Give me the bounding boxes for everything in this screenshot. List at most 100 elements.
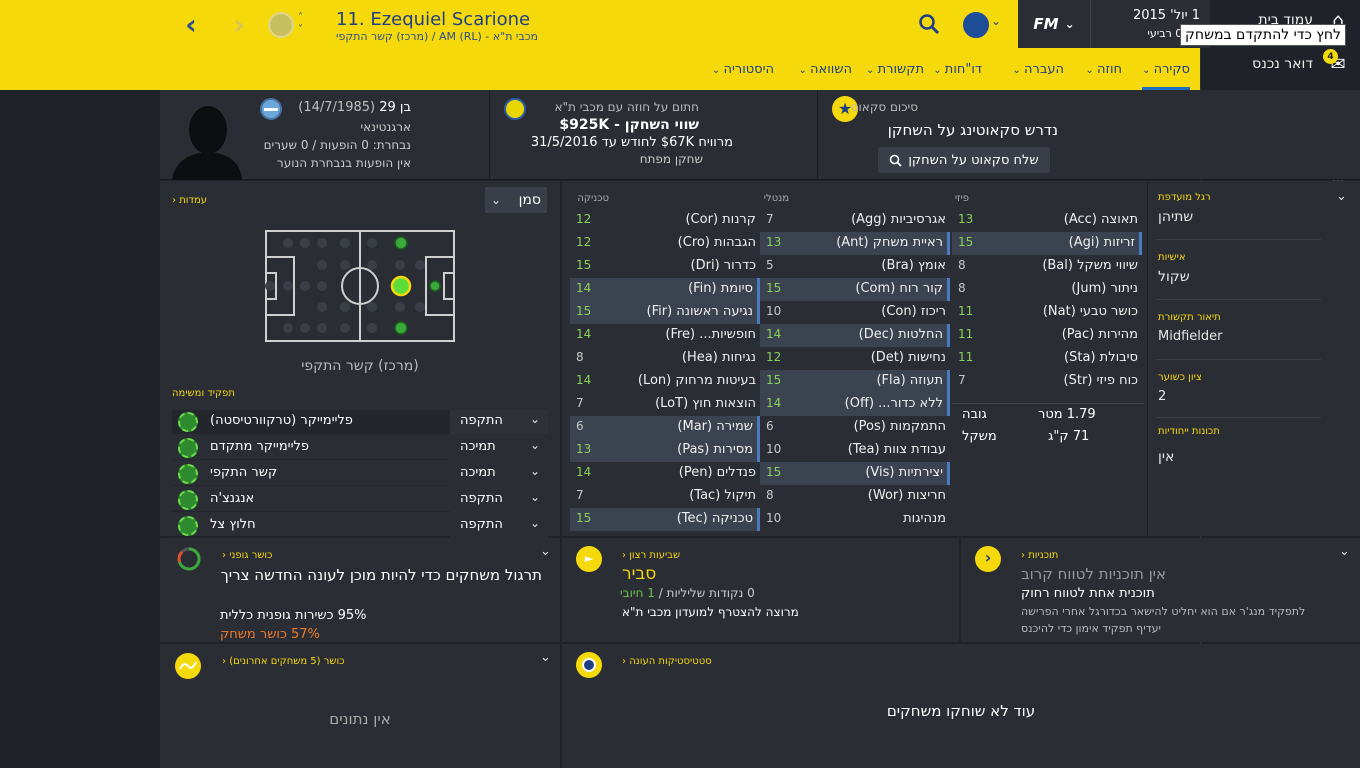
duty-dropdown[interactable]: התקפה ⌄ bbox=[450, 410, 548, 434]
duty-dropdown[interactable]: תמיכה ⌄ bbox=[450, 436, 548, 460]
technical-title: טכניקה bbox=[577, 193, 609, 204]
season-stats-title-link[interactable]: סטטיסטיקות העונה ‹ bbox=[622, 656, 712, 667]
positions-link-label: עמדות bbox=[179, 195, 207, 206]
role-name: חלוץ צל bbox=[210, 517, 256, 532]
globe-icon[interactable] bbox=[963, 12, 989, 38]
attribute-value: 8 bbox=[958, 281, 966, 295]
chevron-down-icon: ⌄ bbox=[933, 65, 945, 76]
fm-menu-button[interactable]: FM ⌄ bbox=[1018, 0, 1090, 48]
duty-value: התקפה bbox=[460, 413, 503, 428]
inbox-icon: ✉ 4 bbox=[1323, 49, 1349, 75]
role-name: פליימייקר מתקדם bbox=[210, 439, 309, 454]
duty-value: תמיכה bbox=[460, 465, 496, 480]
negative-points: 0 נקודות שליליות / bbox=[658, 586, 755, 600]
chevron-down-icon: ⌄ bbox=[1142, 65, 1154, 76]
sidebar-item-1[interactable]: ✉ 4 דואר נכנס bbox=[1200, 44, 1360, 84]
divider bbox=[1156, 239, 1321, 240]
player-age-line: בן 29 (14/7/1985) bbox=[298, 100, 411, 115]
collapse-chevron-icon[interactable]: ⌄ bbox=[540, 650, 551, 665]
attribute-name: הוצאות חוץ (LoT) bbox=[655, 396, 756, 411]
attribute-value: 10 bbox=[766, 442, 782, 456]
player-nationality: ארגנטינאי bbox=[360, 120, 411, 134]
collapse-chevron-icon[interactable]: ⌄ bbox=[540, 544, 551, 559]
happiness-title-link[interactable]: שביעות רצון ‹ bbox=[622, 550, 680, 561]
divider bbox=[1156, 417, 1321, 418]
attribute-row: שיווי משקל (Bal) 8 bbox=[952, 255, 1142, 278]
attribute-value: 6 bbox=[576, 419, 584, 433]
role-name: פליימייקר (טרקוורטיסטה) bbox=[210, 413, 353, 428]
attribute-value: 13 bbox=[576, 442, 592, 456]
attribute-row: הגבהות (Cro) 12 bbox=[570, 232, 760, 255]
personality-label: אישיות bbox=[1158, 252, 1186, 263]
tab-label: סקירה bbox=[1153, 62, 1190, 77]
attribute-row: זריזות (Agi) 15 bbox=[952, 232, 1142, 255]
role-row[interactable]: אנגנצ'ה התקפה ⌄ bbox=[172, 488, 548, 512]
positions-link[interactable]: עמדות ‹ bbox=[172, 195, 207, 206]
fm-logo: FM bbox=[1033, 15, 1059, 33]
duty-dropdown[interactable]: התקפה ⌄ bbox=[450, 514, 548, 538]
plans-detail-2: יעדיף תפקיד אימון כדי להיכנס bbox=[1021, 622, 1162, 635]
tab-0[interactable]: סקירה ⌄ bbox=[1142, 62, 1190, 90]
fitness-headline: תרגול משחקים כדי להיות מוכן לעונה החדשה … bbox=[220, 566, 542, 584]
collapse-chevron-icon[interactable]: ⌄ bbox=[1339, 544, 1350, 559]
tab-5[interactable]: השוואה ⌄ bbox=[798, 62, 852, 77]
chevron-down-icon: ⌄ bbox=[711, 65, 724, 76]
tab-1[interactable]: חוזה ⌄ bbox=[1085, 62, 1122, 77]
send-scout-button[interactable]: שלח סקאוט על השחקן bbox=[878, 147, 1050, 173]
foot-label: רגל מועדפת bbox=[1158, 192, 1211, 203]
attribute-row: הוצאות חוץ (LoT) 7 bbox=[570, 393, 760, 416]
club-switch-chevron-icon[interactable]: ˄ ˅ bbox=[298, 12, 303, 36]
position-label: (מרכז) קשר התקפי bbox=[301, 358, 419, 374]
inbox-badge: 4 bbox=[1323, 49, 1338, 64]
attribute-row: חופשיות... (Fre) 14 bbox=[570, 324, 760, 347]
gk-rating-value: 2 bbox=[1158, 389, 1167, 404]
club-crest-icon[interactable] bbox=[268, 12, 294, 38]
role-row[interactable]: קשר התקפי תמיכה ⌄ bbox=[172, 462, 548, 486]
tab-2[interactable]: העברה ⌄ bbox=[1012, 62, 1064, 77]
tab-4[interactable]: תקשורת ⌄ bbox=[866, 62, 924, 77]
attribute-value: 10 bbox=[766, 304, 782, 318]
height-value: 1.79 מטר bbox=[1038, 407, 1096, 422]
role-row[interactable]: חלוץ צל התקפה ⌄ bbox=[172, 514, 548, 538]
role-row[interactable]: פליימייקר (טרקוורטיסטה) התקפה ⌄ bbox=[172, 410, 548, 434]
plans-title-link[interactable]: תוכניות ‹ bbox=[1021, 550, 1058, 561]
fitness-title-link[interactable]: כושר גופני ‹ bbox=[222, 550, 272, 561]
attribute-value: 13 bbox=[958, 212, 974, 226]
attribute-value: 11 bbox=[958, 350, 974, 364]
search-icon[interactable] bbox=[918, 13, 940, 35]
chevron-down-icon: ⌄ bbox=[866, 65, 878, 76]
attribute-row: טכניקה (Tec) 15 bbox=[570, 508, 760, 531]
player-age: בן 29 bbox=[379, 100, 411, 115]
globe-chevron-icon[interactable]: ⌄ bbox=[991, 14, 1001, 28]
role-row[interactable]: פליימייקר מתקדם תמיכה ⌄ bbox=[172, 436, 548, 460]
forward-arrow-icon[interactable]: › bbox=[224, 8, 254, 44]
attribute-value: 10 bbox=[766, 511, 782, 525]
attribute-name: נגיחות (Hea) bbox=[681, 350, 756, 365]
role-suitability-icon bbox=[178, 438, 198, 458]
marking-dropdown[interactable]: ⌄ סמן bbox=[485, 187, 547, 213]
personality-value: שקול bbox=[1158, 269, 1190, 285]
duty-dropdown[interactable]: התקפה ⌄ bbox=[450, 488, 548, 512]
scout-section: ★ סיכום סקאוט נדרש סקאוטינג על השחקן שלח… bbox=[818, 90, 1360, 180]
form-title-link[interactable]: כושר (5 משחקים אחרונים) ‹ bbox=[222, 656, 345, 667]
role-name: אנגנצ'ה bbox=[210, 491, 255, 506]
player-silhouette bbox=[172, 106, 242, 180]
collapse-chevron-icon[interactable]: ⌄ bbox=[1336, 189, 1347, 204]
physical-title: פיזי bbox=[954, 193, 969, 204]
attribute-name: שמירה (Mar) bbox=[677, 419, 753, 434]
duty-dropdown[interactable]: תמיכה ⌄ bbox=[450, 462, 548, 486]
attribute-value: 14 bbox=[766, 396, 782, 410]
send-scout-label: שלח סקאוט על השחקן bbox=[908, 152, 1039, 168]
attribute-value: 15 bbox=[766, 281, 782, 295]
chevron-down-icon: ⌄ bbox=[1012, 65, 1025, 76]
attribute-value: 15 bbox=[576, 304, 592, 318]
argentina-flag-icon bbox=[260, 98, 282, 120]
back-arrow-icon[interactable]: ‹ bbox=[176, 8, 206, 44]
attribute-value: 11 bbox=[958, 304, 974, 318]
height-label: גובה bbox=[962, 407, 987, 422]
attribute-value: 8 bbox=[958, 258, 966, 272]
season-stats-title: סטטיסטיקות העונה bbox=[629, 656, 712, 667]
chevron-down-icon: ⌄ bbox=[529, 412, 540, 426]
tab-6[interactable]: היסטוריה ⌄ bbox=[712, 62, 774, 77]
tab-3[interactable]: דו"חות ⌄ bbox=[933, 62, 982, 77]
